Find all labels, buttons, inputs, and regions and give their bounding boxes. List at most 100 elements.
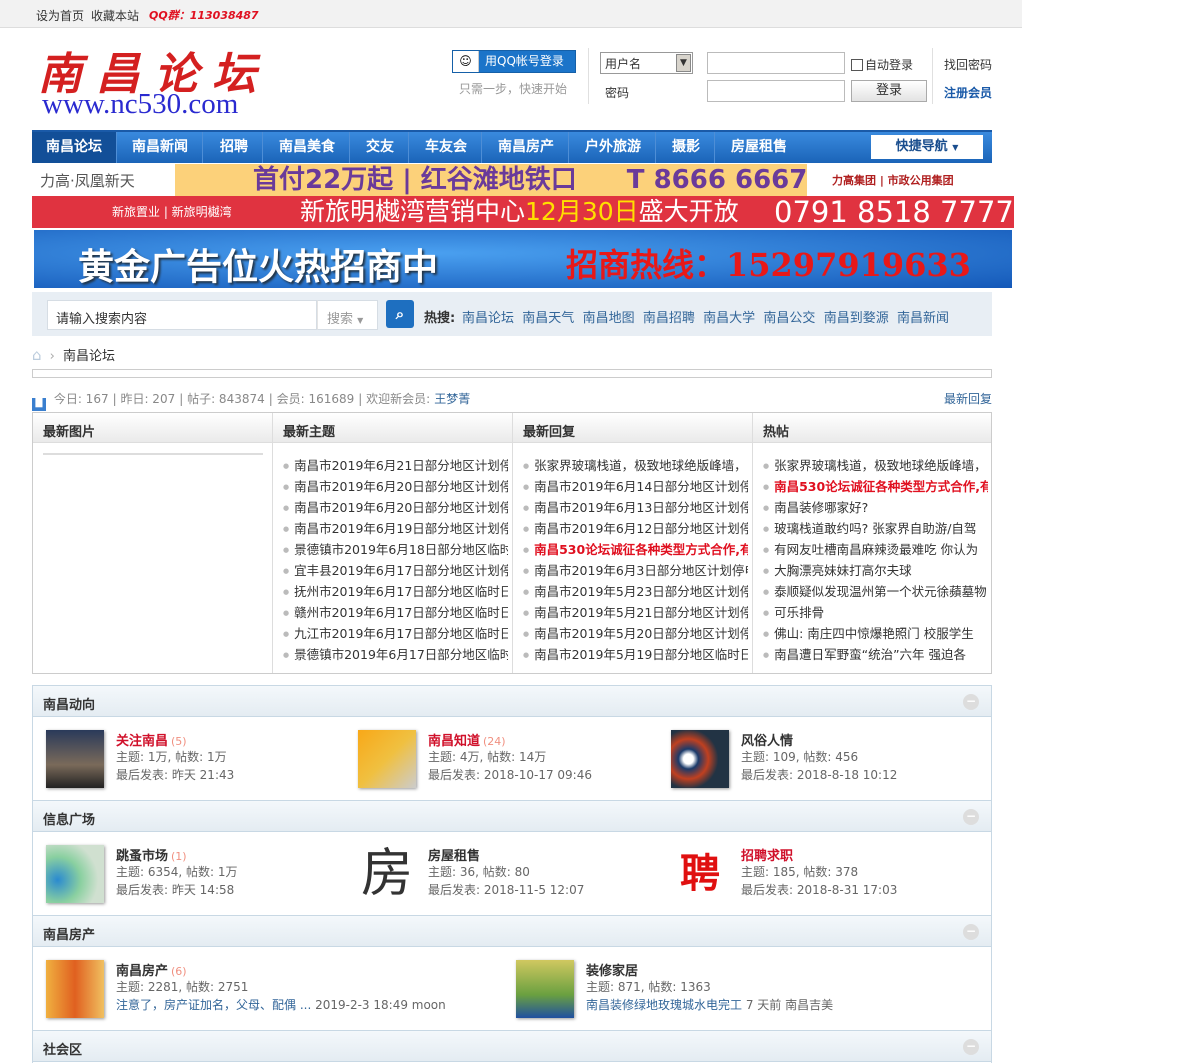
nav-item-food[interactable]: 南昌美食: [265, 132, 350, 163]
thread-link[interactable]: 南昌市2019年6月12日部分地区计划停: [523, 518, 748, 539]
thread-link[interactable]: 南昌市2019年6月19日部分地区计划停电: [283, 518, 508, 539]
thread-link[interactable]: 南昌遭日军野蛮“统治”六年 强迫各: [763, 644, 988, 665]
search-type-select[interactable]: 搜索 ▼: [317, 300, 378, 330]
qq-login-button[interactable]: ☺ 用QQ帐号登录: [452, 50, 576, 73]
forum-name-link[interactable]: 招聘求职: [741, 849, 793, 864]
username-type-select[interactable]: 用户名 ▼: [600, 52, 693, 74]
thread-link[interactable]: 南昌市2019年5月19日部分地区临时日: [523, 644, 748, 665]
forum-icon[interactable]: [46, 960, 104, 1018]
forum-name-link[interactable]: 装修家居: [586, 964, 638, 979]
password-input[interactable]: [707, 80, 845, 102]
thread-link[interactable]: 可乐排骨: [763, 602, 988, 623]
thread-link[interactable]: 九江市2019年6月17日部分地区临时日前: [283, 623, 508, 644]
nav-item-outdoor[interactable]: 户外旅游: [571, 132, 656, 163]
thread-link[interactable]: 赣州市2019年6月17日部分地区临时日前: [283, 602, 508, 623]
forum-icon[interactable]: [516, 960, 574, 1018]
last-post-link[interactable]: 注意了，房产证加名，父母、配偶 ...: [116, 998, 311, 1012]
hot-link[interactable]: 南昌大学: [703, 311, 755, 326]
checkbox-box[interactable]: [851, 59, 863, 71]
section-title[interactable]: 信息广场: [43, 813, 95, 828]
hot-link[interactable]: 南昌新闻: [897, 311, 949, 326]
forum-icon[interactable]: [671, 730, 729, 788]
forum-name-link[interactable]: 跳蚤市场: [116, 849, 168, 864]
forum-item: 南昌知道 (24) 主题: 4万, 帖数: 14万 最后发表: 2018-10-17 …: [358, 730, 658, 792]
forum-icon[interactable]: [358, 730, 416, 788]
thread-link[interactable]: 南昌市2019年6月20日部分地区计划停电: [283, 497, 508, 518]
hot-link[interactable]: 南昌天气: [522, 311, 574, 326]
site-logo[interactable]: 南昌论坛 www.nc530.com: [32, 38, 286, 120]
home-icon[interactable]: ⌂: [32, 346, 42, 364]
thread-link[interactable]: 泰顺疑似发现温州第一个状元徐蘋墓物: [763, 581, 988, 602]
auto-login-checkbox[interactable]: 自动登录: [851, 56, 913, 73]
last-post-link[interactable]: 南昌装修绿地玫瑰城水电完工: [586, 998, 742, 1012]
quick-nav-button[interactable]: 快捷导航 ▼: [871, 135, 983, 159]
collapse-icon[interactable]: −: [963, 809, 979, 825]
forum-icon[interactable]: 房: [358, 845, 416, 903]
section-title[interactable]: 社会区: [43, 1043, 82, 1058]
thread-link[interactable]: 张家界玻璃栈道，极致地球绝版峰墙，: [763, 455, 988, 476]
thread-link[interactable]: 景德镇市2019年6月18日部分地区临时日: [283, 539, 508, 560]
hot-link[interactable]: 南昌到婺源: [824, 311, 889, 326]
section-title[interactable]: 南昌房产: [43, 928, 95, 943]
thread-link[interactable]: 南昌市2019年5月20日部分地区计划停: [523, 623, 748, 644]
thread-link[interactable]: 景德镇市2019年6月17日部分地区临时日: [283, 644, 508, 665]
thread-link[interactable]: 宜丰县2019年6月17日部分地区计划停电: [283, 560, 508, 581]
nav-item-nanchang-forum[interactable]: 南昌论坛: [32, 132, 117, 163]
forum-icon[interactable]: 聘: [671, 845, 729, 903]
thread-link[interactable]: 南昌市2019年5月21日部分地区计划停: [523, 602, 748, 623]
username-input[interactable]: [707, 52, 845, 74]
forum-name-link[interactable]: 南昌房产: [116, 964, 168, 979]
nav-item-dating[interactable]: 交友: [352, 132, 409, 163]
search-button[interactable]: ⌕: [386, 300, 414, 328]
forum-name-link[interactable]: 南昌知道: [428, 734, 480, 749]
thread-link[interactable]: 南昌市2019年6月20日部分地区计划停电: [283, 476, 508, 497]
forum-name-link[interactable]: 房屋租售: [428, 849, 480, 864]
forgot-password-link[interactable]: 找回密码: [944, 56, 992, 73]
nav-item-rental[interactable]: 房屋租售: [717, 132, 801, 163]
thread-link[interactable]: 南昌530论坛诚征各种类型方式合作,有: [763, 476, 988, 497]
collapse-icon[interactable]: −: [963, 1039, 979, 1055]
section-title[interactable]: 南昌动向: [43, 698, 95, 713]
thread-link[interactable]: 佛山: 南庄四中惊爆艳照门 校服学生: [763, 623, 988, 644]
collapse-icon[interactable]: −: [963, 924, 979, 940]
set-home-link[interactable]: 设为首页: [36, 7, 84, 24]
ad-text: 首付22万起 | 红谷滩地铁口: [253, 165, 577, 195]
search-input[interactable]: 请输入搜索内容: [47, 300, 317, 330]
breadcrumb-current[interactable]: 南昌论坛: [63, 349, 115, 364]
ad-banner-phoenix[interactable]: 力高·凤凰新天 首付22万起 | 红谷滩地铁口 T 8666 6667 力高集团 …: [32, 164, 1012, 196]
thread-link[interactable]: 南昌市2019年6月13日部分地区计划停: [523, 497, 748, 518]
forum-icon[interactable]: [46, 845, 104, 903]
nav-item-jobs[interactable]: 招聘: [206, 132, 263, 163]
nav-item-news[interactable]: 南昌新闻: [118, 132, 203, 163]
forum-name-link[interactable]: 风俗人情: [741, 734, 793, 749]
thread-link[interactable]: 大胸漂亮妹妹打高尔夫球: [763, 560, 988, 581]
thread-link[interactable]: 有网友吐槽南昌麻辣烫最难吃 你认为: [763, 539, 988, 560]
thread-link[interactable]: 玻璃栈道敢约吗? 张家界自助游/自驾: [763, 518, 988, 539]
hot-link[interactable]: 南昌地图: [583, 311, 635, 326]
register-link[interactable]: 注册会员: [944, 84, 992, 101]
thread-link[interactable]: 南昌530论坛诚征各种类型方式合作,有: [523, 539, 748, 560]
thread-link[interactable]: 南昌市2019年6月21日部分地区计划停电: [283, 455, 508, 476]
ad-banner-xinlv[interactable]: 新旅置业 | 新旅明樾湾 新旅明樾湾营销中心12月30日盛大开放 0791 85…: [32, 196, 1014, 228]
nav-item-real-estate[interactable]: 南昌房产: [484, 132, 569, 163]
latest-reply-link[interactable]: 最新回复: [944, 390, 992, 407]
forum-name-link[interactable]: 关注南昌: [116, 734, 168, 749]
auto-login-label: 自动登录: [865, 58, 914, 72]
thread-link[interactable]: 南昌市2019年6月3日部分地区计划停电: [523, 560, 748, 581]
hot-link[interactable]: 南昌招聘: [643, 311, 695, 326]
thread-link[interactable]: 南昌市2019年6月14日部分地区计划停: [523, 476, 748, 497]
hot-link[interactable]: 南昌论坛: [462, 311, 514, 326]
bookmark-link[interactable]: 收藏本站: [91, 7, 139, 24]
thread-link[interactable]: 南昌市2019年5月23日部分地区计划停: [523, 581, 748, 602]
collapse-icon[interactable]: −: [963, 694, 979, 710]
hot-link[interactable]: 南昌公交: [763, 311, 815, 326]
ad-banner-recruit[interactable]: 黄金广告位火热招商中 招商热线：15297919633: [34, 230, 1012, 288]
nav-item-car-club[interactable]: 车友会: [411, 132, 482, 163]
login-button[interactable]: 登录: [851, 80, 927, 102]
nav-item-photo[interactable]: 摄影: [658, 132, 715, 163]
thread-link[interactable]: 南昌装修哪家好?: [763, 497, 988, 518]
thread-link[interactable]: 张家界玻璃栈道，极致地球绝版峰墙，: [523, 455, 748, 476]
thread-link[interactable]: 抚州市2019年6月17日部分地区临时日前: [283, 581, 508, 602]
forum-icon[interactable]: [46, 730, 104, 788]
new-member-link[interactable]: 王梦菁: [434, 392, 470, 406]
